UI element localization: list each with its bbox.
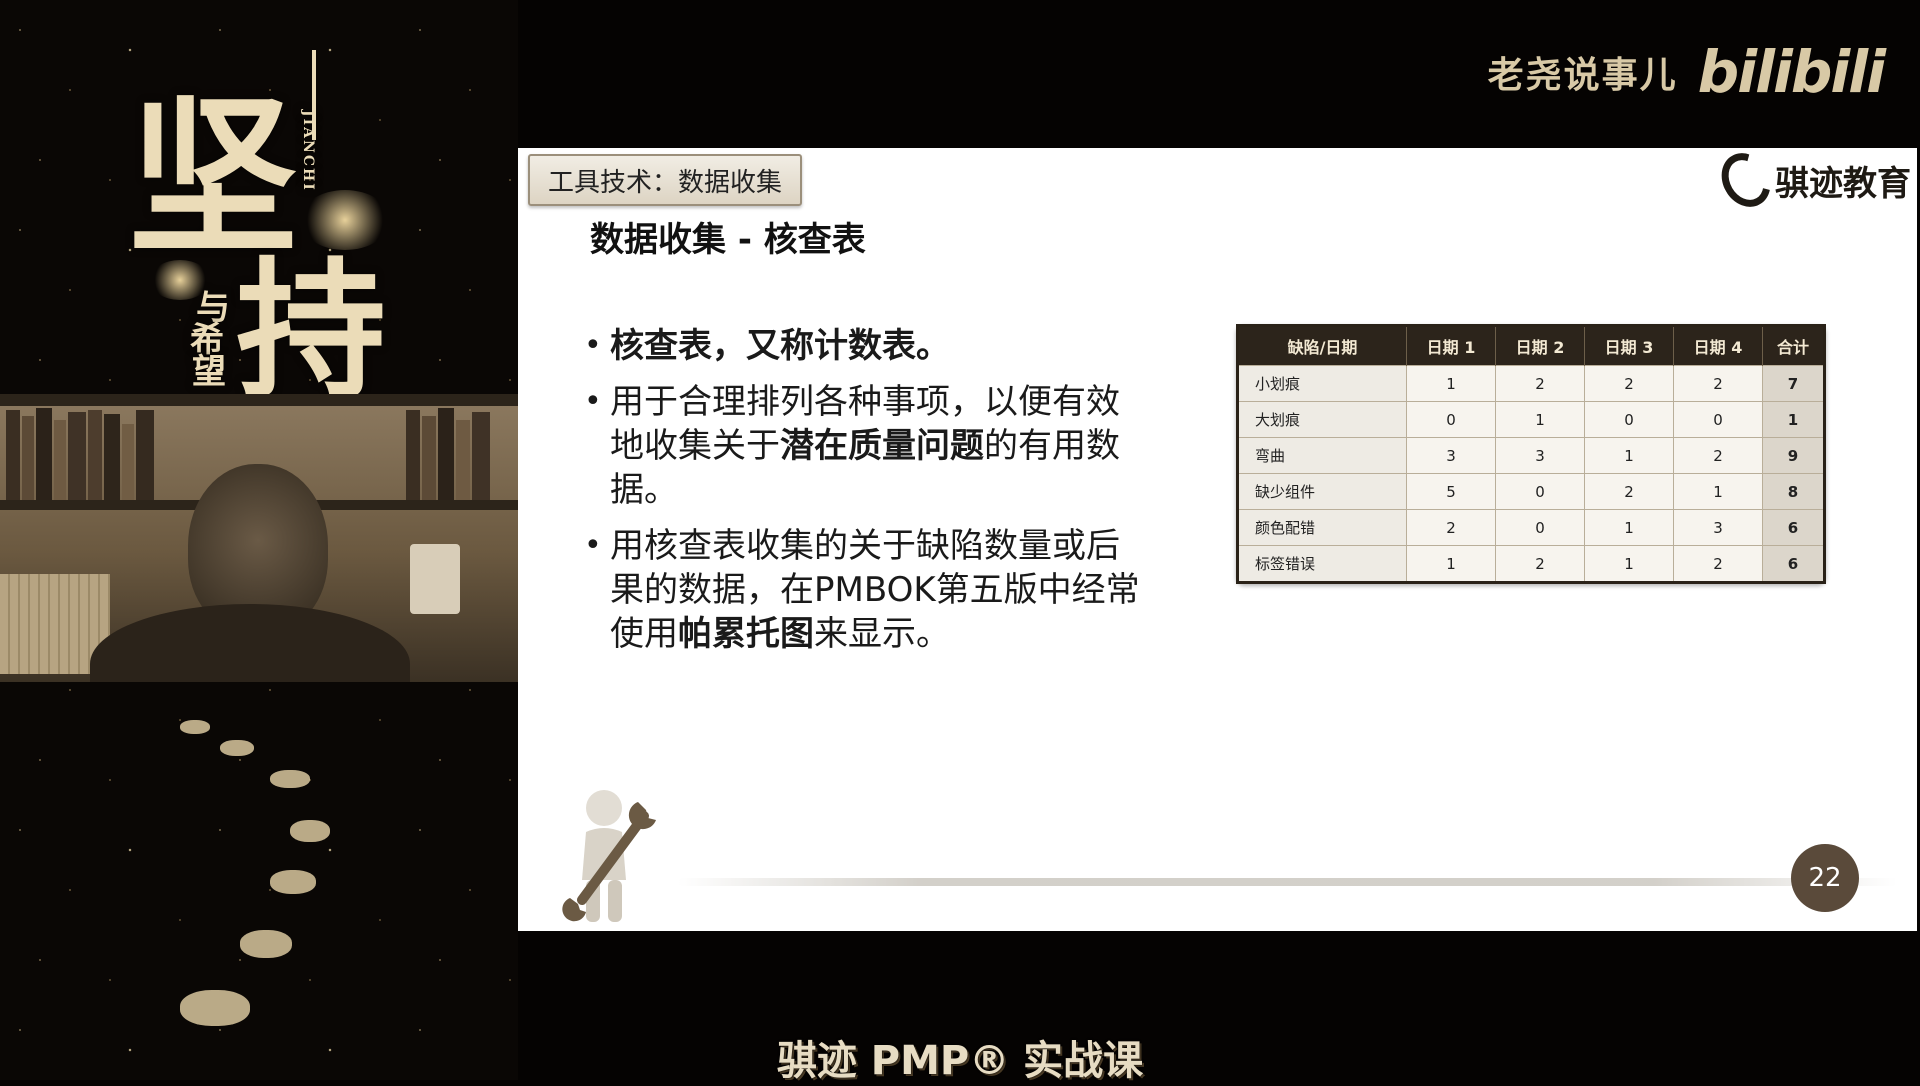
table-cell: 3	[1673, 509, 1763, 546]
book-row	[400, 406, 518, 500]
column-header: 日期 2	[1495, 325, 1585, 366]
bullet-list: 核查表，又称计数表。 用于合理排列各种事项，以便有效地收集关于潜在质量问题的有用…	[584, 324, 1144, 668]
poster-accent-line	[312, 50, 316, 140]
total-cell: 8	[1762, 473, 1825, 510]
table-cell: 1	[1584, 437, 1674, 474]
presentation-slide: 工具技术：数据收集 骐迹教育 数据收集 - 核查表 核查表，又称计数表。 用于合…	[518, 148, 1917, 931]
table-cell: 2	[1673, 545, 1763, 583]
bullet-item: 核查表，又称计数表。	[584, 324, 1144, 368]
defect-label: 大划痕	[1237, 401, 1407, 438]
footprints-decoration	[140, 720, 400, 1050]
slide-title: 数据收集 - 核查表	[590, 220, 866, 260]
bullet-emphasis: 潜在质量问题	[780, 426, 984, 466]
table-cell: 1	[1406, 365, 1496, 402]
check-sheet-table: 缺陷/日期 日期 1 日期 2 日期 3 日期 4 合计 小划痕 1 2 2 2…	[1236, 324, 1826, 584]
table-cell: 0	[1406, 401, 1496, 438]
poster-panel: 坚 持 JIANCHI 与 希 望	[0, 0, 518, 1080]
table-cell: 2	[1584, 473, 1674, 510]
webcam-feed	[0, 394, 518, 682]
footer-divider	[678, 878, 1897, 886]
table-header-row: 缺陷/日期 日期 1 日期 2 日期 3 日期 4 合计	[1237, 325, 1825, 366]
wrench-figure-icon	[562, 790, 656, 922]
table-cell: 1	[1406, 545, 1496, 583]
table-cell: 5	[1406, 473, 1496, 510]
total-cell: 9	[1762, 437, 1825, 474]
defect-label: 缺少组件	[1237, 473, 1407, 510]
poster-subtitle-char-3: 望	[192, 352, 226, 392]
defect-label: 小划痕	[1237, 365, 1407, 402]
page-number: 22	[1791, 844, 1859, 912]
defect-label: 弯曲	[1237, 437, 1407, 474]
column-header: 合计	[1762, 325, 1825, 366]
table-cell: 1	[1584, 545, 1674, 583]
total-cell: 1	[1762, 401, 1825, 438]
table-cell: 2	[1584, 365, 1674, 402]
table-row: 缺少组件 5 0 2 1 8	[1237, 473, 1825, 510]
table-cell: 0	[1584, 401, 1674, 438]
table-cell: 0	[1673, 401, 1763, 438]
plant-pot	[410, 544, 460, 614]
table-cell: 0	[1495, 473, 1585, 510]
bullet-emphasis: 帕累托图	[678, 614, 814, 654]
bullet-item: 用核查表收集的关于缺陷数量或后果的数据，在PMBOK第五版中经常使用帕累托图来显…	[584, 524, 1144, 656]
table-cell: 1	[1495, 401, 1585, 438]
column-header: 日期 1	[1406, 325, 1496, 366]
table-cell: 2	[1673, 365, 1763, 402]
table-cell: 1	[1673, 473, 1763, 510]
book-row	[0, 406, 190, 500]
table-cell: 2	[1406, 509, 1496, 546]
section-tab: 工具技术：数据收集	[528, 154, 803, 206]
table-cell: 3	[1495, 437, 1585, 474]
bullet-item: 用于合理排列各种事项，以便有效地收集关于潜在质量问题的有用数据。	[584, 380, 1144, 512]
logo-text: 骐迹教育	[1775, 163, 1911, 204]
table-row: 大划痕 0 1 0 0 1	[1237, 401, 1825, 438]
channel-watermark: 老尧说事儿 bilibili	[1487, 38, 1886, 106]
total-cell: 6	[1762, 545, 1825, 583]
bullet-text: 来显示。	[814, 614, 950, 654]
table-cell: 2	[1495, 545, 1585, 583]
course-banner: 骐迹 PMP® 实战课	[776, 1038, 1144, 1084]
brand-logo: 骐迹教育	[1712, 148, 1911, 216]
column-header: 日期 4	[1673, 325, 1763, 366]
presenter-body	[90, 604, 410, 682]
bilibili-logo: bilibili	[1697, 38, 1886, 106]
table-cell: 2	[1495, 365, 1585, 402]
total-cell: 6	[1762, 509, 1825, 546]
defect-label: 标签错误	[1237, 545, 1407, 583]
defect-label: 颜色配错	[1237, 509, 1407, 546]
table-cell: 3	[1406, 437, 1496, 474]
table-cell: 2	[1673, 437, 1763, 474]
bullet-text: 核查表，又称计数表。	[610, 326, 950, 366]
table-row: 弯曲 3 3 1 2 9	[1237, 437, 1825, 474]
uploader-name: 老尧说事儿	[1487, 55, 1678, 96]
logo-icon	[1712, 148, 1780, 216]
table-cell: 0	[1495, 509, 1585, 546]
table-row: 颜色配错 2 0 1 3 6	[1237, 509, 1825, 546]
bookshelf	[0, 394, 518, 406]
column-header: 日期 3	[1584, 325, 1674, 366]
total-cell: 7	[1762, 365, 1825, 402]
table-row: 小划痕 1 2 2 2 7	[1237, 365, 1825, 402]
table-cell: 1	[1584, 509, 1674, 546]
column-header: 缺陷/日期	[1237, 325, 1407, 366]
table-row: 标签错误 1 2 1 2 6	[1237, 545, 1825, 583]
